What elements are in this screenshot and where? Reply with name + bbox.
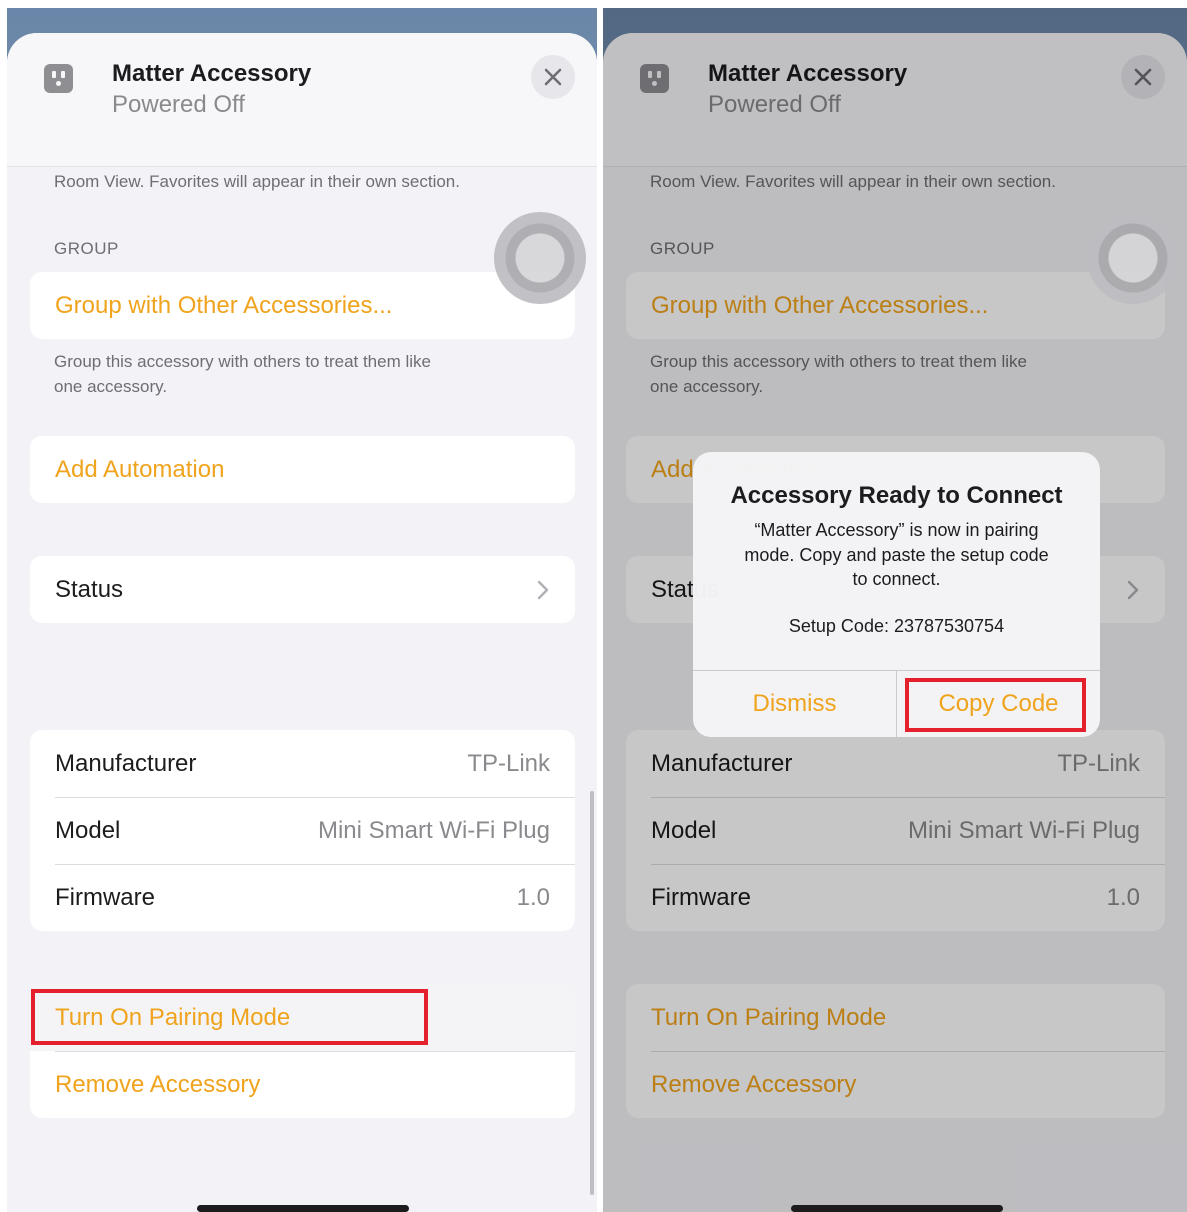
setup-code: Setup Code: 23787530754: [788, 616, 1005, 636]
group-accessories-button[interactable]: Group with Other Accessories...: [30, 272, 575, 339]
pairing-alert-dialog: Accessory Ready to Connect “Matter Acces…: [693, 452, 1100, 737]
alert-actions: Dismiss Copy Code: [693, 670, 1100, 737]
manufacturer-value: TP-Link: [467, 749, 550, 777]
remove-accessory-button[interactable]: Remove Accessory: [30, 1051, 575, 1118]
model-label: Model: [55, 816, 121, 844]
turn-on-pairing-mode-button[interactable]: Turn On Pairing Mode: [30, 984, 575, 1051]
remove-accessory-label: Remove Accessory: [55, 1070, 261, 1098]
manufacturer-label: Manufacturer: [55, 749, 197, 777]
alert-message-line-3: to connect.: [852, 569, 941, 589]
touch-indicator: [1087, 212, 1179, 304]
group-card: Group with Other Accessories...: [30, 272, 575, 339]
left-screen: Matter Accessory Powered Off Room View. …: [7, 8, 597, 1212]
manufacturer-row: Manufacturer TP-Link: [30, 730, 575, 797]
touch-indicator: [494, 212, 586, 304]
status-label: Status: [55, 575, 124, 603]
info-card: Manufacturer TP-Link Model Mini Smart Wi…: [30, 730, 575, 931]
firmware-row: Firmware 1.0: [30, 864, 575, 931]
favorites-caption: Room View. Favorites will appear in thei…: [54, 172, 460, 191]
group-caption: Group this accessory with others to trea…: [54, 349, 431, 399]
copy-code-button[interactable]: Copy Code: [896, 671, 1100, 737]
add-automation-button[interactable]: Add Automation: [30, 436, 575, 503]
add-automation-label: Add Automation: [55, 455, 225, 483]
alert-message-line-2: mode. Copy and paste the setup code: [744, 544, 1049, 565]
alert-title: Accessory Ready to Connect: [730, 482, 1063, 509]
status-card: Status: [30, 556, 575, 623]
close-button[interactable]: [531, 55, 575, 99]
dismiss-button[interactable]: Dismiss: [693, 671, 896, 737]
alert-message-line-1: “Matter Accessory” is now in pairing: [754, 520, 1039, 540]
pairing-mode-label: Turn On Pairing Mode: [55, 1003, 291, 1031]
automation-card: Add Automation: [30, 436, 575, 503]
group-section-label: GROUP: [54, 239, 119, 258]
model-row: Model Mini Smart Wi-Fi Plug: [30, 797, 575, 864]
group-caption-line-1: Group this accessory with others to trea…: [54, 352, 431, 371]
alert-message: “Matter Accessory” is now in pairing mod…: [717, 518, 1076, 592]
actions-card: Turn On Pairing Mode Remove Accessory: [30, 984, 575, 1118]
firmware-value: 1.0: [516, 883, 550, 911]
firmware-label: Firmware: [55, 883, 155, 911]
home-indicator: [197, 1205, 409, 1212]
accessory-status-subtitle: Powered Off: [112, 91, 245, 118]
right-screen: Matter Accessory Powered Off Room View. …: [603, 8, 1187, 1212]
group-accessories-label: Group with Other Accessories...: [55, 291, 393, 319]
group-caption-line-2: one accessory.: [54, 377, 168, 396]
power-outlet-icon: [44, 64, 73, 93]
sheet-header: Matter Accessory Powered Off: [7, 33, 597, 167]
accessory-title: Matter Accessory: [112, 60, 312, 87]
close-icon: [544, 68, 562, 86]
home-indicator: [791, 1205, 1003, 1212]
model-value: Mini Smart Wi-Fi Plug: [317, 816, 550, 844]
status-row[interactable]: Status: [30, 556, 575, 623]
accessory-sheet: Matter Accessory Powered Off Room View. …: [7, 33, 597, 1212]
scrollbar[interactable]: [590, 791, 594, 1195]
chevron-right-icon: [537, 580, 549, 599]
